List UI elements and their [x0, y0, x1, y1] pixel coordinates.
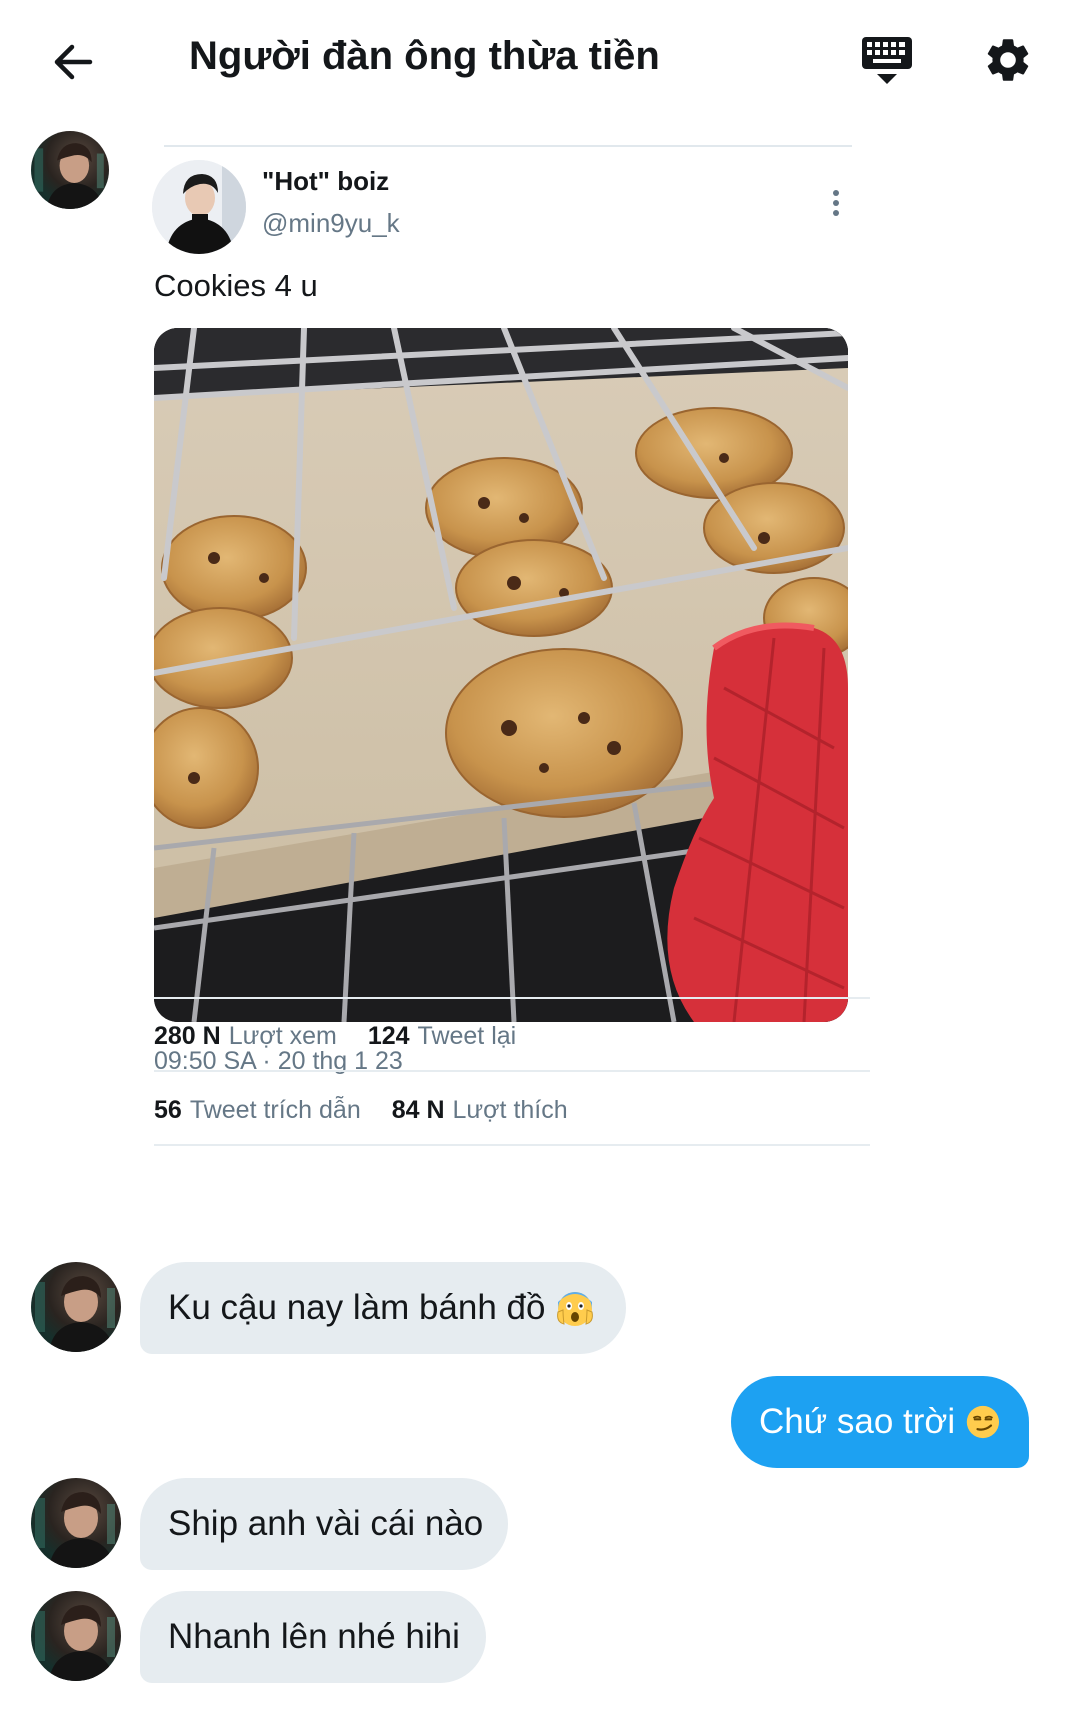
- settings-button[interactable]: [976, 28, 1040, 92]
- sender-avatar[interactable]: [31, 1478, 121, 1568]
- screaming-face-icon: [557, 1292, 594, 1326]
- cookies-photo-icon: [154, 328, 848, 1022]
- quotes-count[interactable]: 56: [154, 1096, 182, 1124]
- message-bubble-outgoing[interactable]: Chứ sao trời: [731, 1376, 1029, 1468]
- stats-row-views-retweets: 280 N Lượt xem 124 Tweet lại: [154, 1022, 540, 1051]
- message-bubble-incoming[interactable]: Ship anh vài cái nào: [140, 1478, 508, 1570]
- message-bubble-incoming[interactable]: Ku cậu nay làm bánh đồ: [140, 1262, 626, 1354]
- likes-count[interactable]: 84 N: [392, 1096, 445, 1124]
- back-button[interactable]: [40, 30, 104, 94]
- card-top-border: [164, 145, 852, 147]
- message-bubble-incoming[interactable]: Nhanh lên nhé hihi: [140, 1591, 486, 1683]
- tweet-more-button[interactable]: [818, 176, 854, 230]
- tweet-photo[interactable]: [154, 328, 848, 1022]
- tweet-author-handle[interactable]: @min9yu_k: [262, 208, 400, 239]
- smirking-face-icon: [966, 1405, 1000, 1439]
- retweets-count[interactable]: 124: [368, 1022, 410, 1050]
- sender-avatar[interactable]: [31, 1262, 121, 1352]
- person-photo-icon: [34, 143, 104, 209]
- person-photo-icon: [35, 1492, 115, 1568]
- sender-avatar[interactable]: [31, 1591, 121, 1681]
- keyboard-icon: [862, 37, 912, 84]
- stats-divider-top: [154, 997, 870, 999]
- views-label[interactable]: Lượt xem: [229, 1022, 337, 1050]
- message-text: Ku cậu nay làm bánh đồ: [168, 1288, 546, 1327]
- more-vertical-icon: [833, 190, 839, 216]
- retweets-label[interactable]: Tweet lại: [418, 1022, 517, 1050]
- views-count[interactable]: 280 N: [154, 1022, 221, 1050]
- gear-icon: [987, 39, 1029, 81]
- quotes-label[interactable]: Tweet trích dẫn: [190, 1096, 361, 1124]
- person-photo-icon: [152, 160, 246, 254]
- sender-avatar[interactable]: [31, 131, 109, 209]
- tweet-author-name[interactable]: "Hot" boiz: [262, 166, 389, 197]
- likes-label[interactable]: Lượt thích: [453, 1096, 568, 1124]
- message-text: Chứ sao trời: [759, 1402, 956, 1441]
- tweet-author-avatar[interactable]: [152, 160, 246, 254]
- tweet-text: Cookies 4 u: [154, 268, 318, 303]
- shared-tweet-card[interactable]: "Hot" boiz @min9yu_k Cookies 4 u 09:50 S…: [140, 140, 870, 1240]
- conversation-title: Người đàn ông thừa tiền: [189, 34, 660, 78]
- person-photo-icon: [35, 1605, 115, 1681]
- chat-header: Người đàn ông thừa tiền: [0, 0, 1080, 120]
- arrow-left-icon: [54, 44, 93, 80]
- message-text: Ship anh vài cái nào: [168, 1504, 484, 1543]
- person-photo-icon: [35, 1276, 115, 1352]
- keyboard-button[interactable]: [855, 28, 919, 92]
- stats-row-quotes-likes: 56 Tweet trích dẫn 84 N Lượt thích: [154, 1096, 592, 1125]
- stats-divider-bottom: [154, 1144, 870, 1146]
- message-text: Nhanh lên nhé hihi: [168, 1617, 460, 1656]
- stats-divider-middle: [154, 1070, 870, 1072]
